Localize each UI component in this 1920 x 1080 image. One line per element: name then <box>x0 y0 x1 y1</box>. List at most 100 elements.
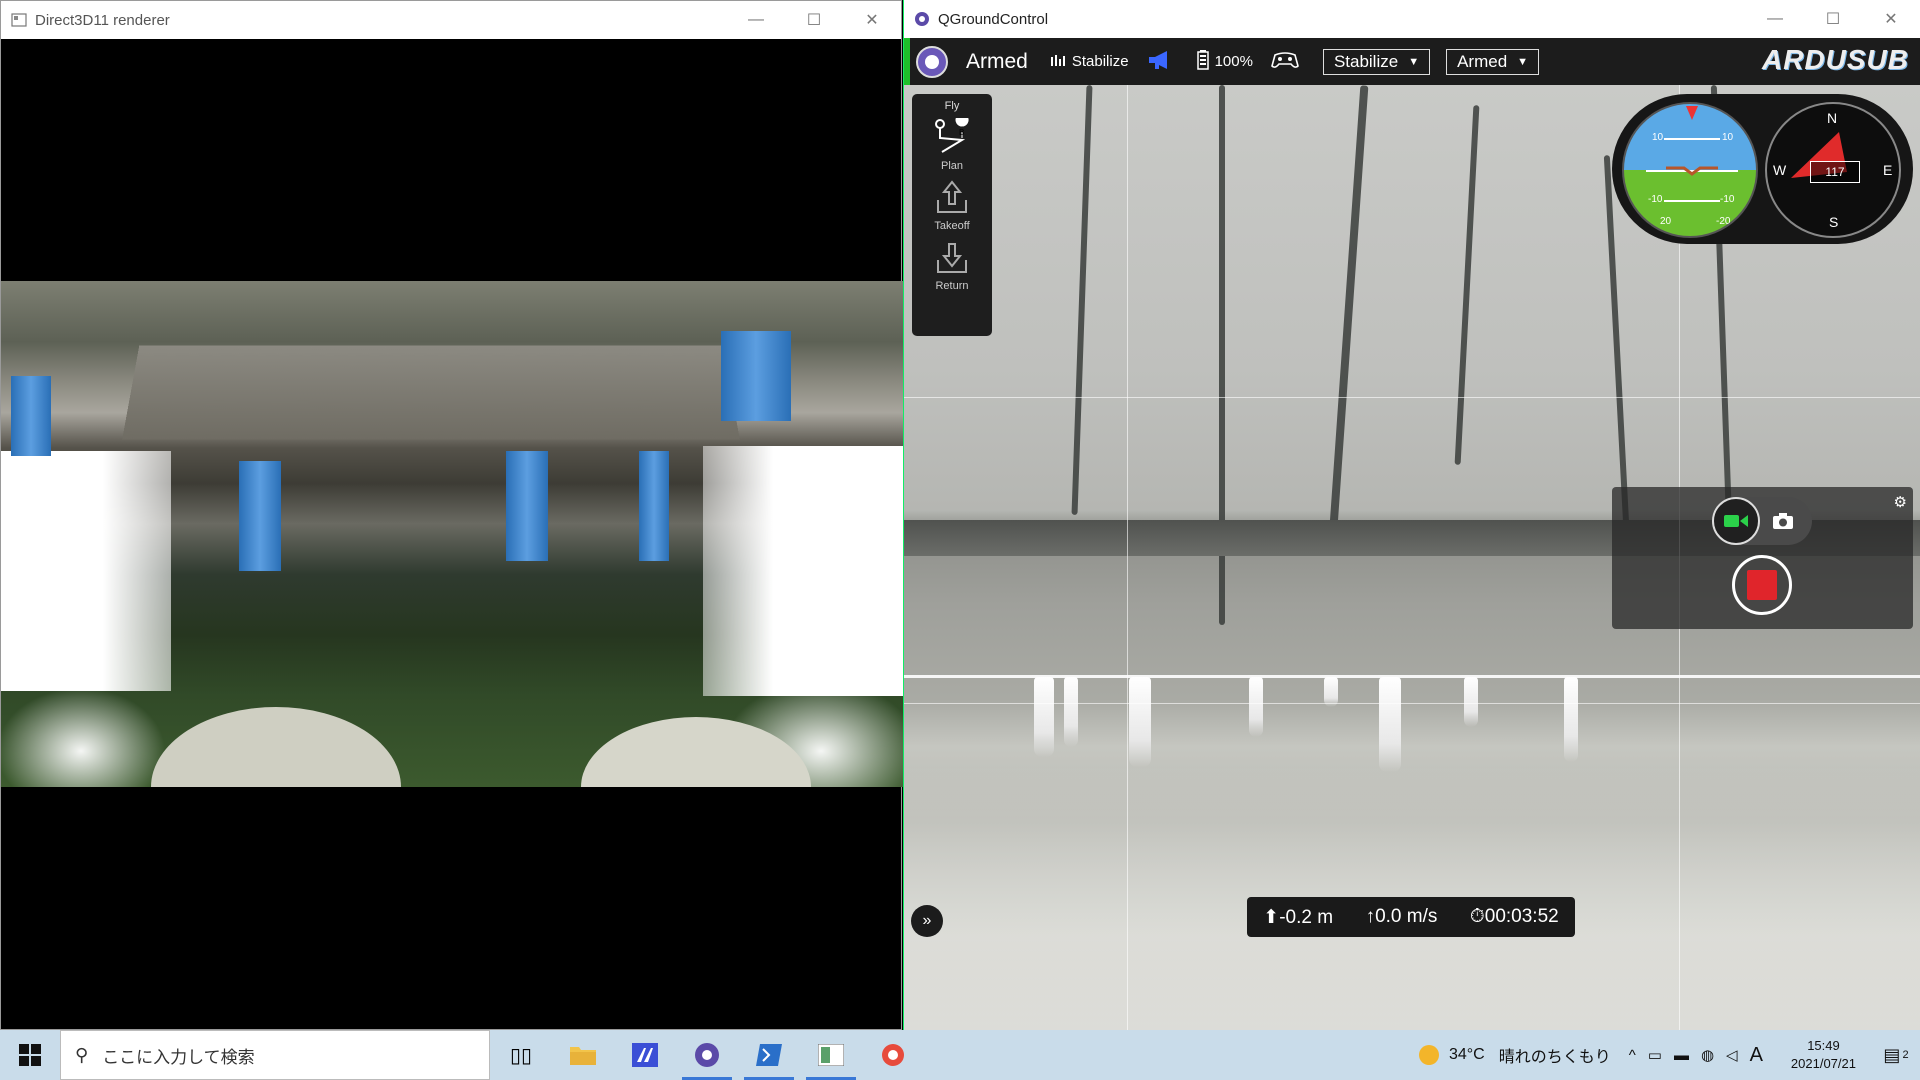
taskbar-vlc-like-app[interactable] <box>862 1030 924 1080</box>
gear-icon[interactable]: ⚙ <box>1894 493 1907 511</box>
gear-app-icon <box>882 1044 904 1066</box>
video-mode-button[interactable] <box>1712 497 1760 545</box>
toolstrip-header-fly[interactable]: Fly <box>945 100 960 112</box>
minimize-button[interactable]: — <box>1746 0 1804 38</box>
start-button[interactable] <box>0 1030 60 1080</box>
pitch-label: 10 <box>1652 132 1664 143</box>
arm-value: Armed <box>1457 51 1508 71</box>
maximize-button[interactable]: ☐ <box>785 1 843 39</box>
notification-count: 2 <box>1902 1049 1909 1061</box>
camera-mode-toggle[interactable] <box>1712 497 1812 545</box>
joystick-indicator[interactable] <box>1271 51 1305 73</box>
battery-indicator[interactable]: 100% <box>1196 49 1253 74</box>
ardusub-logo: ARDUSUB <box>1762 44 1909 75</box>
windows-taskbar: ⚲ ここに入力して検索 ▯▯ 34°C 晴れのちくもり ^ ▭ ▬ ◍ ◁ A … <box>0 1030 1920 1080</box>
maximize-button[interactable]: ☐ <box>1804 0 1862 38</box>
task-view-icon: ▯▯ <box>509 1044 532 1067</box>
mineral-drip <box>1564 677 1578 762</box>
renderer-title: Direct3D11 renderer <box>35 11 170 29</box>
search-icon: ⚲ <box>75 1044 89 1065</box>
chevron-up-icon[interactable]: ^ <box>1629 1047 1636 1064</box>
takeoff-arrow-icon <box>937 180 967 213</box>
minimize-button[interactable]: — <box>727 1 785 39</box>
compass-e: E <box>1883 162 1893 178</box>
grid-line-horizontal <box>904 703 1920 704</box>
ime-indicator[interactable]: A <box>1750 1044 1763 1067</box>
mineral-drip <box>1464 677 1478 727</box>
weather-widget[interactable]: 34°C 晴れのちくもり <box>1418 1043 1611 1067</box>
close-button[interactable]: ✕ <box>1862 0 1920 38</box>
flight-time-readout: ⏱00:03:52 <box>1470 906 1559 928</box>
fly-toolstrip: Fly B Plan Takeoff Return <box>912 94 992 336</box>
camera-feed-image <box>1 281 903 787</box>
record-stop-button[interactable] <box>1732 555 1792 615</box>
arm-dropdown[interactable]: Armed ▼ <box>1446 48 1540 75</box>
taskbar-search-box[interactable]: ⚲ ここに入力して検索 <box>60 1030 490 1080</box>
gamepad-icon <box>1271 51 1299 73</box>
mode-indicator[interactable]: Stabilize <box>1050 53 1129 71</box>
svg-text:B: B <box>959 128 964 137</box>
climb-value: 0.0 m/s <box>1375 906 1438 927</box>
caret-down-icon: ▼ <box>1517 55 1529 68</box>
feed-pillar <box>239 461 281 571</box>
close-button[interactable]: ✕ <box>843 1 901 39</box>
feed-glare-left <box>1 451 171 691</box>
task-view-button[interactable]: ▯▯ <box>490 1030 552 1080</box>
flight-mode-dropdown[interactable]: Stabilize ▼ <box>1322 48 1431 75</box>
messages-indicator[interactable] <box>1147 50 1179 74</box>
flight-time-value: 00:03:52 <box>1484 906 1559 927</box>
wall-crack <box>1327 85 1369 555</box>
battery-tray-icon[interactable]: ▬ <box>1674 1047 1689 1064</box>
plan-route-icon: B <box>935 118 969 153</box>
pitch-line <box>1664 138 1720 140</box>
qgc-toolbar: Armed Stabilize 100% Stabilize ▼ Armed ▼… <box>904 38 1920 85</box>
compass-n: N <box>1827 110 1838 126</box>
speaker-icon[interactable]: ◁ <box>1726 1046 1738 1064</box>
weather-desc: 晴れのちくもり <box>1498 1049 1611 1066</box>
feed-sand <box>151 707 401 787</box>
battery-icon <box>1196 49 1209 74</box>
double-chevron-right-icon: » <box>922 912 932 929</box>
return-label: Return <box>935 280 969 292</box>
taskbar-renderer-app[interactable] <box>800 1030 862 1080</box>
weather-temp: 34°C <box>1448 1046 1485 1063</box>
instrument-panel[interactable]: 10 10 -10 -10 20 -20 N E S W 117 <box>1612 94 1913 244</box>
device-icon[interactable]: ▭ <box>1648 1046 1662 1064</box>
desktop: Direct3D11 renderer — ☐ ✕ QGroundControl… <box>0 0 1920 1080</box>
taskbar-app-editor[interactable] <box>614 1030 676 1080</box>
search-placeholder: ここに入力して検索 <box>102 1047 255 1067</box>
compass-indicator: N E S W 117 <box>1765 102 1901 238</box>
renderer-window[interactable]: Direct3D11 renderer — ☐ ✕ <box>0 0 903 1030</box>
taskbar-file-explorer[interactable] <box>552 1030 614 1080</box>
taskbar-clock[interactable]: 15:49 2021/07/21 <box>1791 1037 1856 1073</box>
expand-chevron-button[interactable]: » <box>911 905 943 937</box>
taskbar-qgroundcontrol[interactable] <box>676 1030 738 1080</box>
partly-sunny-icon <box>1418 1045 1439 1065</box>
compass-w: W <box>1773 162 1787 178</box>
globe-network-icon[interactable]: ◍ <box>1701 1046 1714 1064</box>
windows-logo-icon <box>19 1044 41 1066</box>
qgc-titlebar[interactable]: QGroundControl — ☐ ✕ <box>904 0 1920 38</box>
plan-button[interactable]: B Plan <box>932 118 972 172</box>
megaphone-icon <box>1147 50 1173 74</box>
armed-status[interactable]: Armed <box>966 50 1028 74</box>
grid-line-horizontal <box>904 397 1920 398</box>
qgc-logo-button[interactable] <box>916 45 948 78</box>
qgc-window[interactable]: QGroundControl — ☐ ✕ Armed Stabilize 100… <box>903 0 1920 1030</box>
signal-bars-icon <box>1050 53 1066 71</box>
feed-pillar <box>506 451 548 561</box>
clock-date: 2021/07/21 <box>1790 1056 1856 1071</box>
clock-time: 15:49 <box>1807 1038 1840 1053</box>
qgc-app-icon <box>695 1043 719 1067</box>
return-button[interactable]: Return <box>932 238 972 292</box>
taskbar-powershell[interactable] <box>738 1030 800 1080</box>
return-arrow-icon <box>937 243 967 273</box>
battery-percent: 100% <box>1214 53 1253 70</box>
notification-center-button[interactable]: ▤ 2 <box>1872 1045 1920 1066</box>
caret-down-icon: ▼ <box>1408 55 1420 68</box>
takeoff-button[interactable]: Takeoff <box>932 178 972 232</box>
armed-indicator-strip <box>904 38 910 85</box>
editor-app-icon <box>632 1043 658 1067</box>
renderer-titlebar[interactable]: Direct3D11 renderer — ☐ ✕ <box>1 1 901 39</box>
photo-mode-button[interactable] <box>1768 509 1798 533</box>
